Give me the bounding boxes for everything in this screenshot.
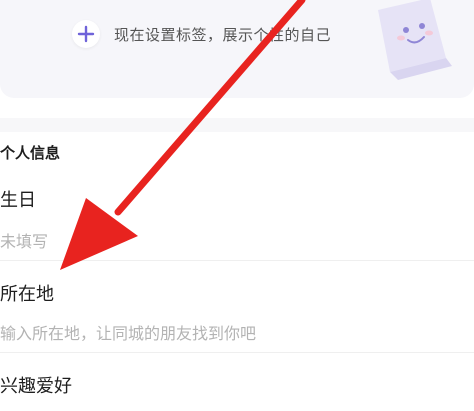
location-label: 所在地 [0, 284, 54, 305]
add-tag-button[interactable] [72, 20, 100, 48]
field-divider [0, 352, 474, 353]
field-divider [0, 260, 474, 261]
location-input[interactable]: 输入所在地，让同城的朋友找到你吧 [0, 320, 256, 344]
birthday-label: 生日 [0, 190, 36, 211]
profile-edit-screen: 现在设置标签，展示个性的自己 个人信息 生日 未填写 所在地 输入所在地，让同城… [0, 0, 474, 411]
interests-label: 兴趣爱好 [0, 376, 72, 397]
birthday-value[interactable]: 未填写 [0, 228, 48, 252]
location-field[interactable]: 所在地 输入所在地，让同城的朋友找到你吧 [0, 272, 474, 354]
plus-icon [77, 25, 95, 43]
add-tag-prompt[interactable]: 现在设置标签，展示个性的自己 [114, 24, 331, 45]
personal-info-title: 个人信息 [0, 144, 61, 162]
section-divider [0, 118, 474, 132]
interests-field[interactable]: 兴趣爱好 [0, 364, 474, 411]
tag-banner[interactable]: 现在设置标签，展示个性的自己 [0, 0, 474, 98]
paper-bag-mascot-icon [378, 0, 452, 80]
birthday-field[interactable]: 生日 未填写 [0, 180, 474, 262]
